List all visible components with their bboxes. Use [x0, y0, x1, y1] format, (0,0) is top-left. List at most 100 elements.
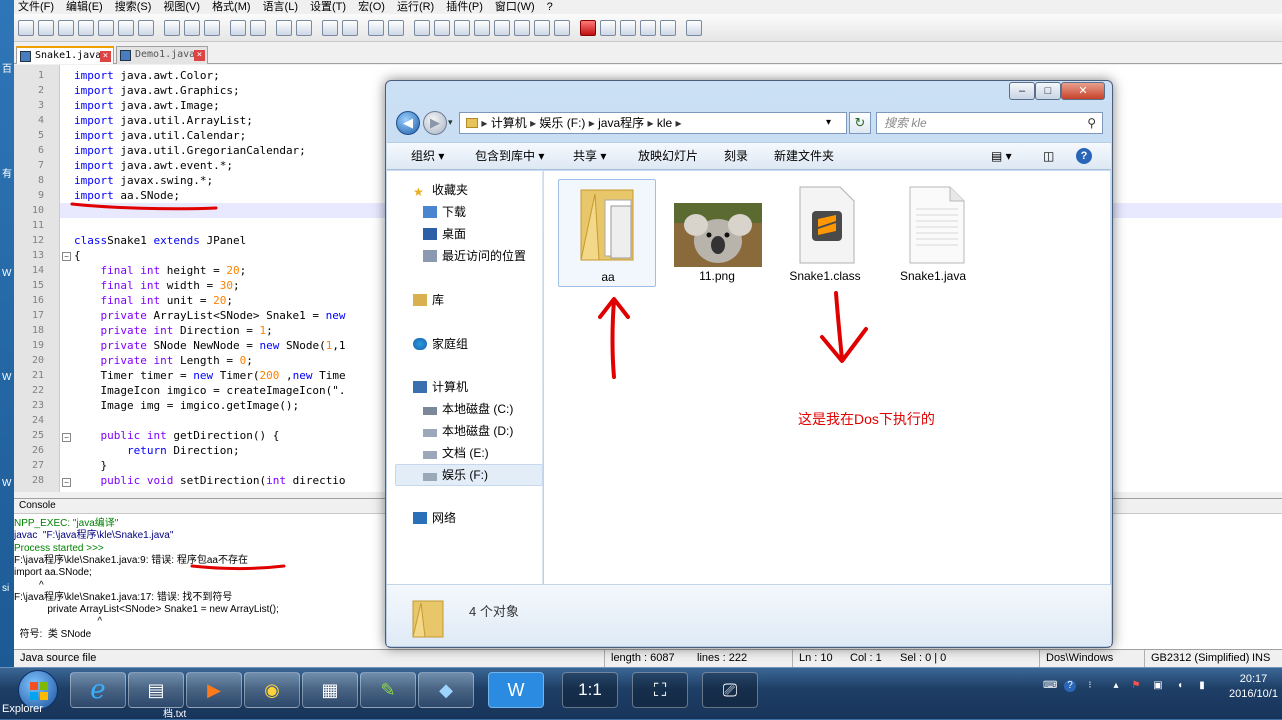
chevron-down-icon[interactable]: ▾: [826, 113, 831, 133]
print-icon[interactable]: [138, 20, 154, 36]
vm-icon[interactable]: ◆: [418, 672, 474, 708]
nav-drive-f[interactable]: 娱乐 (F:): [423, 466, 488, 484]
nav-recent[interactable]: 最近访问的位置: [423, 247, 526, 265]
fold-marker-icon[interactable]: −: [62, 478, 71, 487]
zoom-in-icon[interactable]: [322, 20, 338, 36]
menu-run[interactable]: 运行(R): [397, 0, 434, 14]
slideshow-button[interactable]: 放映幻灯片: [638, 143, 698, 169]
chrome-icon[interactable]: ◉: [244, 672, 300, 708]
menu-format[interactable]: 格式(M): [212, 0, 251, 14]
close-file-icon[interactable]: [98, 20, 114, 36]
save-icon[interactable]: [58, 20, 74, 36]
new-file-icon[interactable]: [18, 20, 34, 36]
address-bar[interactable]: ▸ 计算机 ▸ 娱乐 (F:) ▸ java程序 ▸ kle ▸ ▾: [459, 112, 847, 134]
nav-drive-c[interactable]: 本地磁盘 (C:): [423, 400, 513, 418]
preview-pane-icon[interactable]: ◫: [1043, 143, 1054, 169]
menu-plugins[interactable]: 插件(P): [446, 0, 483, 14]
breadcrumb-computer[interactable]: 计算机: [491, 116, 527, 130]
media-player-icon[interactable]: ▶: [186, 672, 242, 708]
run-macro-multiple-icon[interactable]: [640, 20, 656, 36]
recent-pages-icon[interactable]: ▾: [448, 117, 453, 128]
stop-macro-icon[interactable]: [600, 20, 616, 36]
minimize-button[interactable]: –: [1009, 82, 1035, 100]
menu-search[interactable]: 搜索(S): [115, 0, 152, 14]
tray-volume-icon[interactable]: ◖: [1174, 680, 1186, 692]
menu-window[interactable]: 窗口(W): [495, 0, 535, 14]
tray-network-icon[interactable]: ▣: [1152, 680, 1164, 692]
screenshot-icon[interactable]: ⎚: [702, 672, 758, 708]
back-button[interactable]: ◀: [396, 111, 420, 135]
word-wrap-icon[interactable]: [414, 20, 430, 36]
file-item-class[interactable]: Snake1.class: [776, 179, 874, 287]
burn-button[interactable]: 刻录: [724, 143, 748, 169]
menu-macro[interactable]: 宏(O): [358, 0, 385, 14]
menu-language[interactable]: 语言(L): [263, 0, 298, 14]
indent-guide-icon[interactable]: [454, 20, 470, 36]
menu-view[interactable]: 视图(V): [163, 0, 200, 14]
close-icon[interactable]: ×: [100, 51, 111, 62]
tray-help-icon[interactable]: ?: [1064, 680, 1076, 692]
calculator-icon[interactable]: ▦: [302, 672, 358, 708]
breadcrumb-drive-f[interactable]: 娱乐 (F:): [539, 116, 585, 130]
explorer-taskbar-icon[interactable]: ▤: [128, 672, 184, 708]
ie-icon[interactable]: e: [70, 672, 126, 708]
undo-icon[interactable]: [230, 20, 246, 36]
doc-map-icon[interactable]: [474, 20, 490, 36]
save-macro-icon[interactable]: [660, 20, 676, 36]
menu-settings[interactable]: 设置(T): [310, 0, 346, 14]
nav-computer[interactable]: 计算机: [413, 378, 468, 396]
menu-help[interactable]: ?: [547, 0, 553, 14]
close-all-icon[interactable]: [118, 20, 134, 36]
play-macro-icon[interactable]: [620, 20, 636, 36]
redo-icon[interactable]: [250, 20, 266, 36]
include-in-library-button[interactable]: 包含到库中 ▾: [475, 143, 544, 169]
organize-button[interactable]: 组织 ▾: [411, 143, 444, 169]
sync-vertical-icon[interactable]: [368, 20, 384, 36]
console-icon[interactable]: [686, 20, 702, 36]
nav-drive-e[interactable]: 文档 (E:): [423, 444, 489, 462]
menu-edit[interactable]: 编辑(E): [66, 0, 103, 14]
record-macro-icon[interactable]: [580, 20, 596, 36]
share-button[interactable]: 共享 ▾: [573, 143, 606, 169]
nav-downloads[interactable]: 下载: [423, 203, 466, 221]
clock[interactable]: 20:17 2016/10/1: [1225, 672, 1282, 702]
tab-snake1[interactable]: Snake1.java ×: [16, 46, 114, 64]
close-icon[interactable]: ×: [194, 50, 205, 61]
folder-icon[interactable]: [534, 20, 550, 36]
file-item-java[interactable]: Snake1.java: [884, 179, 982, 287]
search-icon[interactable]: ⚲: [1087, 113, 1096, 133]
file-item-png[interactable]: 11.png: [668, 179, 766, 287]
cut-icon[interactable]: [164, 20, 180, 36]
tab-demo1[interactable]: Demo1.java ×: [116, 46, 208, 64]
open-file-icon[interactable]: [38, 20, 54, 36]
breadcrumb-java[interactable]: java程序: [598, 116, 644, 130]
nav-network[interactable]: 网络: [413, 509, 456, 527]
tray-flag-icon[interactable]: ⚑: [1130, 680, 1142, 692]
sync-horizontal-icon[interactable]: [388, 20, 404, 36]
show-all-chars-icon[interactable]: [434, 20, 450, 36]
file-item-aa[interactable]: aa: [558, 179, 656, 287]
tray-expand-icon[interactable]: ▴: [1110, 680, 1122, 692]
nav-homegroup[interactable]: 家庭组: [413, 335, 468, 353]
tray-settings-icon[interactable]: ⁝: [1084, 680, 1096, 692]
find-icon[interactable]: [276, 20, 292, 36]
eye-icon[interactable]: [554, 20, 570, 36]
close-button[interactable]: ✕: [1061, 82, 1105, 100]
image-icon[interactable]: [494, 20, 510, 36]
nav-favorites[interactable]: ★ 收藏夹: [413, 181, 468, 199]
notepadpp-taskbar-icon[interactable]: ✎: [360, 672, 416, 708]
menu-file[interactable]: 文件(F): [18, 0, 54, 14]
nav-desktop[interactable]: 桌面: [423, 225, 466, 243]
pdf-icon[interactable]: [514, 20, 530, 36]
fold-marker-icon[interactable]: −: [62, 252, 71, 261]
zoom-out-icon[interactable]: [342, 20, 358, 36]
forward-button[interactable]: ▶: [423, 111, 447, 135]
breadcrumb-kle[interactable]: kle: [657, 116, 672, 130]
ratio-button[interactable]: 1:1: [562, 672, 618, 708]
replace-icon[interactable]: [296, 20, 312, 36]
help-icon[interactable]: ?: [1076, 148, 1092, 164]
wps-icon[interactable]: W: [488, 672, 544, 708]
view-options-icon[interactable]: ▤ ▾: [991, 143, 1012, 169]
search-input[interactable]: 搜索 kle ⚲: [876, 112, 1103, 134]
nav-libraries[interactable]: 库: [413, 291, 444, 309]
